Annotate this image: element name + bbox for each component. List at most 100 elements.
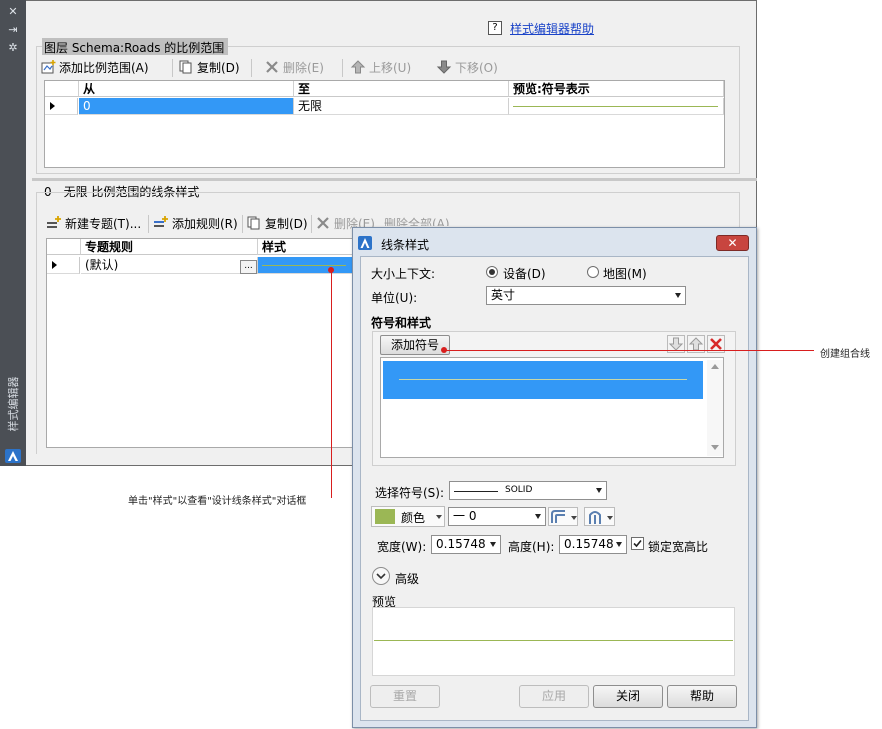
select-symbol-label: 选择符号(S):: [375, 486, 445, 500]
add-scale-range-label: 添加比例范围(A): [59, 61, 149, 75]
add-rule-icon: [153, 216, 169, 230]
apply-button[interactable]: 应用: [519, 685, 589, 708]
dialog-title-text: 线条样式: [381, 238, 430, 252]
delete-all-button[interactable]: 删除全部(A): [384, 214, 584, 226]
toolbar-separator: [172, 59, 173, 77]
move-down-label: 下移(O): [455, 61, 498, 75]
arrow-down-icon: [436, 60, 452, 74]
grid-corner: [47, 239, 81, 255]
lock-aspect-checkbox[interactable]: [631, 537, 644, 550]
delete-scale-range-label: 删除(E): [283, 61, 324, 75]
preview-line: [374, 640, 733, 641]
device-radio-label[interactable]: 设备(D): [503, 265, 546, 282]
checkmark-icon: [633, 539, 642, 548]
autocad-logo-icon: [358, 236, 372, 250]
map-radio[interactable]: [587, 266, 599, 278]
reset-button[interactable]: 重置: [370, 685, 440, 708]
move-down-scale-range-button[interactable]: 下移(O): [436, 58, 498, 78]
move-up-label: 上移(U): [369, 61, 412, 75]
lock-aspect-label[interactable]: 锁定宽高比: [648, 538, 708, 555]
cell-theme-rule[interactable]: (默认): [81, 257, 258, 274]
add-scale-range-icon: [40, 60, 56, 74]
annotation-leader-composite: [444, 350, 814, 351]
copy-rule-label: 复制(D): [265, 217, 308, 231]
delete-icon: [264, 60, 280, 74]
copy-rule-button[interactable]: 复制(D): [246, 214, 308, 234]
column-header-to[interactable]: 至: [294, 81, 509, 97]
copy-scale-range-button[interactable]: 复制(D): [178, 58, 240, 78]
line-weight-combo[interactable]: 一 0: [448, 507, 546, 526]
dialog-close-button[interactable]: ✕: [716, 235, 749, 251]
column-header-theme-rule[interactable]: 专题规则: [81, 239, 258, 255]
advanced-expand-button[interactable]: [372, 567, 390, 585]
annotation-leader-style: [331, 270, 332, 498]
annotation-click-style: 单击"样式"以查看"设计线条样式"对话框: [128, 496, 307, 507]
color-swatch: [375, 509, 395, 524]
chevron-down-icon: [616, 542, 622, 547]
line-weight-value: 一 0: [453, 509, 477, 523]
palette-autohide-icon[interactable]: ⇥: [6, 23, 20, 37]
panel-splitter[interactable]: [32, 178, 757, 181]
color-picker[interactable]: 颜色: [371, 506, 445, 527]
scroll-down-icon[interactable]: [711, 445, 719, 450]
add-rule-button[interactable]: 添加规则(R): [153, 214, 238, 234]
add-symbol-button[interactable]: 添加符号: [380, 335, 450, 355]
row-indicator-icon[interactable]: [45, 98, 78, 115]
new-theme-button[interactable]: 新建专题(T)...: [46, 214, 141, 234]
height-value: 0.15748: [564, 537, 614, 551]
chevron-down-icon: [571, 516, 577, 520]
line-join-button[interactable]: [548, 507, 578, 526]
line-cap-button[interactable]: [584, 507, 615, 526]
toolbar-separator: [251, 59, 252, 77]
grid-corner: [45, 81, 79, 97]
help-button[interactable]: 帮助: [667, 685, 737, 708]
move-up-scale-range-button[interactable]: 上移(U): [350, 58, 411, 78]
width-label: 宽度(W):: [377, 540, 427, 554]
preview-canvas: [372, 607, 735, 676]
column-header-style[interactable]: 样式: [258, 239, 352, 255]
units-select[interactable]: 英寸: [486, 286, 686, 305]
copy-icon: [178, 60, 194, 74]
width-combo[interactable]: 0.15748: [431, 535, 501, 554]
new-theme-label: 新建专题(T)...: [65, 217, 142, 231]
delete-scale-range-button[interactable]: 删除(E): [264, 58, 324, 78]
row-indicator-icon[interactable]: [47, 257, 80, 274]
map-radio-label[interactable]: 地图(M): [603, 265, 647, 282]
scroll-up-icon[interactable]: [711, 364, 719, 369]
palette-close-icon[interactable]: ✕: [6, 5, 20, 19]
device-radio[interactable]: [486, 266, 498, 278]
copy-icon: [246, 216, 262, 230]
height-combo[interactable]: 0.15748: [559, 535, 627, 554]
chevron-down-icon: [675, 293, 681, 298]
line-join-icon: [551, 510, 565, 523]
symbol-line-swatch: [399, 379, 687, 380]
style-editor-help-link[interactable]: 样式编辑器帮助: [510, 20, 594, 37]
autocad-logo-icon: [5, 449, 21, 463]
close-button[interactable]: 关闭: [593, 685, 663, 708]
help-icon: ?: [488, 21, 502, 35]
cell-to[interactable]: 无限: [294, 98, 509, 115]
advanced-label[interactable]: 高级: [395, 570, 419, 587]
scale-range-title: 图层 Schema:Roads 的比例范围: [42, 38, 229, 55]
toolbar-separator: [342, 59, 343, 77]
dialog-titlebar[interactable]: 线条样式: [354, 231, 755, 255]
column-header-preview[interactable]: 预览:符号表示: [509, 81, 724, 97]
palette-title: 样式编辑器: [0, 364, 26, 444]
cell-style[interactable]: [258, 257, 352, 274]
palette-properties-icon[interactable]: ✲: [6, 41, 20, 55]
symbols-list-scrollbar[interactable]: [707, 360, 723, 456]
line-preview-swatch: [513, 106, 718, 107]
cell-from[interactable]: 0: [79, 98, 294, 115]
toolbar-separator: [311, 215, 312, 233]
select-symbol-combo[interactable]: SOLID: [449, 481, 607, 500]
symbol-list-item[interactable]: [383, 361, 703, 399]
line-cap-icon: [589, 511, 601, 524]
annotation-dot: [328, 267, 334, 273]
column-header-from[interactable]: 从: [79, 81, 294, 97]
size-context-label: 大小上下文:: [371, 267, 436, 281]
palette-title-text: 样式编辑器: [7, 376, 20, 432]
rule-browse-button[interactable]: ...: [240, 260, 257, 274]
add-rule-label: 添加规则(R): [172, 217, 238, 231]
cell-preview[interactable]: [509, 98, 724, 115]
add-scale-range-button[interactable]: 添加比例范围(A): [40, 58, 149, 78]
